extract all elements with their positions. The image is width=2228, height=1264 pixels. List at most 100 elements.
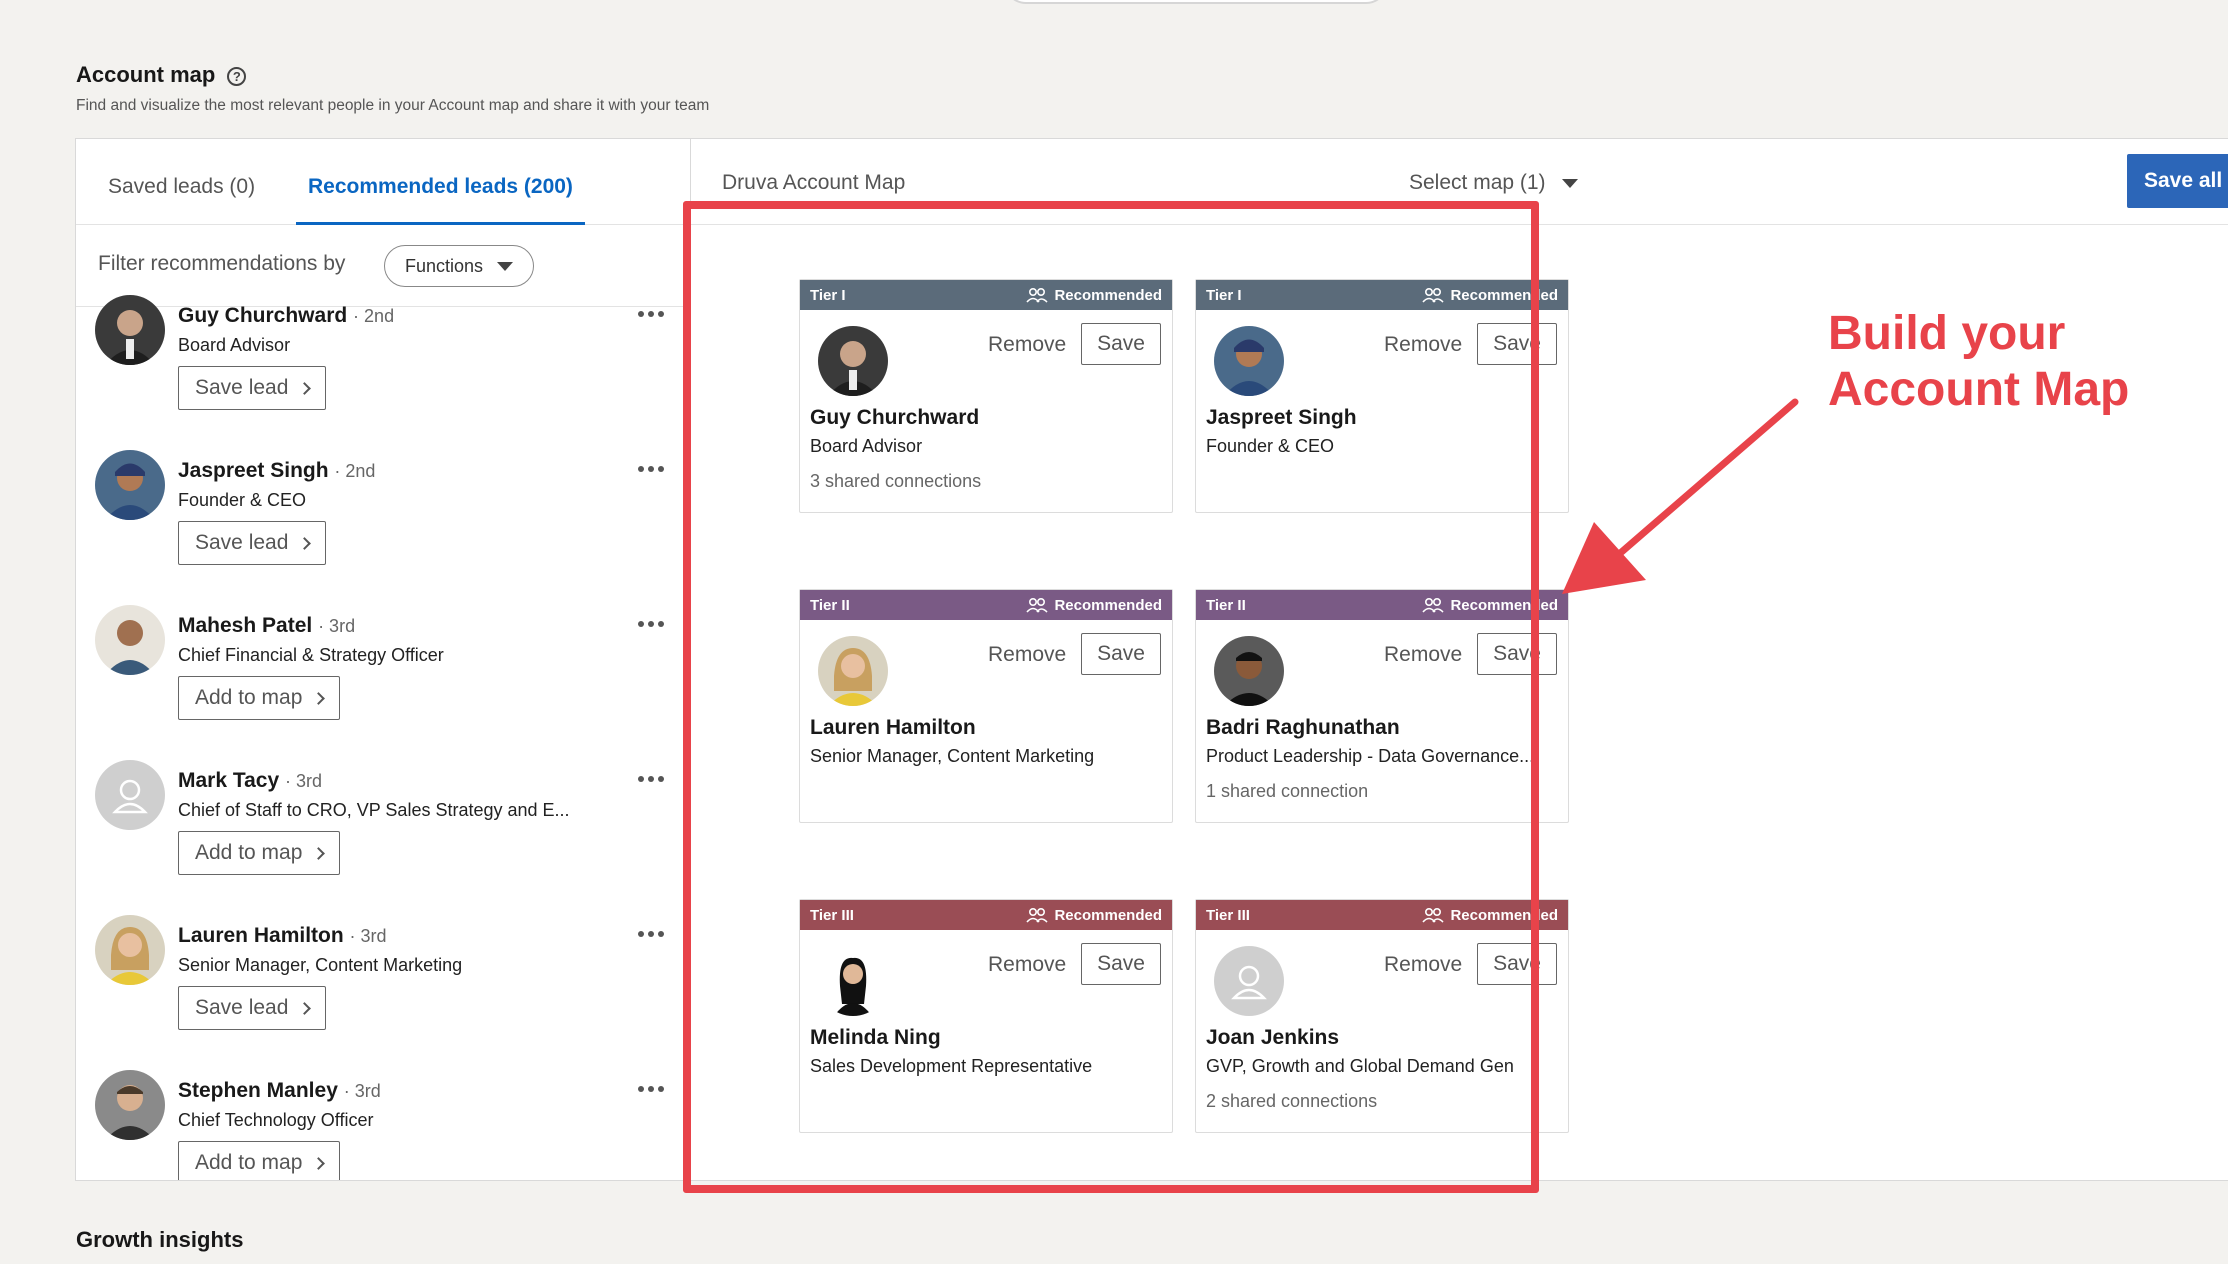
card-tier-header: Tier II Recommended	[1196, 590, 1568, 620]
page-subtitle: Find and visualize the most relevant peo…	[76, 97, 710, 114]
account-map-column: Druva Account Map Select map (1) Save al…	[691, 139, 2228, 1180]
people-icon	[1422, 597, 1445, 613]
chevron-right-icon	[312, 692, 326, 705]
save-button[interactable]: Save	[1477, 943, 1557, 985]
tier-label: Tier III	[1206, 906, 1250, 924]
card-title: Product Leadership - Data Governance...	[1206, 746, 1535, 766]
annotation-arrow-icon	[1562, 398, 1799, 594]
card-name[interactable]: Melinda Ning	[810, 1026, 941, 1050]
avatar[interactable]	[1214, 636, 1284, 706]
tier-label: Tier II	[810, 596, 850, 614]
more-options-icon[interactable]	[638, 931, 664, 937]
lead-item: Mark Tacy · 3rd Chief of Staff to CRO, V…	[76, 760, 690, 927]
avatar[interactable]	[818, 636, 888, 706]
remove-button[interactable]: Remove	[1384, 643, 1462, 667]
top-search-pill[interactable]	[1004, 0, 1388, 4]
functions-filter-button[interactable]: Functions	[384, 245, 535, 287]
shared-connections[interactable]: 1 shared connection	[1206, 781, 1368, 802]
add-to-map-button[interactable]: Add to map	[178, 1141, 341, 1180]
more-options-icon[interactable]	[638, 311, 664, 317]
people-icon	[1026, 907, 1049, 923]
remove-button[interactable]: Remove	[1384, 953, 1462, 977]
avatar[interactable]	[95, 295, 165, 365]
avatar[interactable]	[1214, 326, 1284, 396]
add-to-map-button[interactable]: Add to map	[178, 831, 341, 875]
filter-label: Filter recommendations by	[98, 252, 346, 275]
card-title: Board Advisor	[810, 436, 923, 456]
avatar[interactable]	[95, 605, 165, 675]
more-options-icon[interactable]	[638, 1086, 664, 1092]
save-all-button[interactable]: Save all	[2127, 154, 2228, 208]
annotation-text: Build your Account Map	[1828, 306, 2129, 418]
tab-saved-leads[interactable]: Saved leads (0)	[108, 175, 255, 225]
save-button[interactable]: Save	[1477, 633, 1557, 675]
remove-button[interactable]: Remove	[988, 953, 1066, 977]
tier-label: Tier III	[810, 906, 854, 924]
recommended-badge: Recommended	[1026, 597, 1162, 614]
chevron-right-icon	[312, 847, 326, 860]
save-button[interactable]: Save	[1081, 943, 1161, 985]
functions-filter-label: Functions	[405, 255, 484, 276]
annotation-line-1: Build your	[1828, 307, 2066, 360]
save-button[interactable]: Save	[1081, 633, 1161, 675]
save-lead-button[interactable]: Save lead	[178, 366, 327, 410]
card-name[interactable]: Guy Churchward	[810, 406, 979, 430]
add-to-map-button[interactable]: Add to map	[178, 676, 341, 720]
map-card: Tier I Recommended Remove Save Jaspreet …	[1195, 279, 1569, 513]
avatar[interactable]	[818, 326, 888, 396]
more-options-icon[interactable]	[638, 621, 664, 627]
map-card: Tier II Recommended Remove Save Lauren H…	[799, 589, 1173, 823]
lead-item: Mahesh Patel · 3rd Chief Financial & Str…	[76, 605, 690, 772]
chevron-right-icon	[312, 1157, 326, 1170]
card-tier-header: Tier II Recommended	[800, 590, 1172, 620]
card-name[interactable]: Lauren Hamilton	[810, 716, 976, 740]
select-map-dropdown[interactable]: Select map (1)	[1409, 171, 1578, 195]
card-name[interactable]: Jaspreet Singh	[1206, 406, 1357, 430]
avatar[interactable]	[818, 946, 888, 1016]
remove-button[interactable]: Remove	[1384, 333, 1462, 357]
tab-recommended-leads[interactable]: Recommended leads (200)	[296, 175, 585, 225]
more-options-icon[interactable]	[638, 466, 664, 472]
people-icon	[1422, 287, 1445, 303]
shared-connections[interactable]: 3 shared connections	[810, 471, 981, 492]
card-name[interactable]: Badri Raghunathan	[1206, 716, 1400, 740]
map-name: Druva Account Map	[722, 171, 906, 194]
chevron-right-icon	[298, 537, 312, 550]
lead-name[interactable]: Guy Churchward · 2nd	[178, 304, 394, 328]
help-circle-icon[interactable]: ?	[227, 66, 247, 86]
avatar[interactable]	[95, 760, 165, 830]
map-card: Tier III Recommended Remove Save Melinda…	[799, 899, 1173, 1133]
card-title: GVP, Growth and Global Demand Gen	[1206, 1056, 1514, 1076]
tier-label: Tier I	[1206, 286, 1242, 304]
lead-name[interactable]: Stephen Manley · 3rd	[178, 1079, 381, 1103]
avatar[interactable]	[95, 450, 165, 520]
lead-title: Chief of Staff to CRO, VP Sales Strategy…	[178, 800, 570, 820]
lead-title: Board Advisor	[178, 335, 291, 355]
people-icon	[1026, 287, 1049, 303]
lead-title: Chief Technology Officer	[178, 1110, 374, 1130]
more-options-icon[interactable]	[638, 776, 664, 782]
lead-title: Senior Manager, Content Marketing	[178, 955, 463, 975]
caret-down-icon	[497, 261, 514, 271]
recommended-badge: Recommended	[1026, 287, 1162, 304]
save-lead-button[interactable]: Save lead	[178, 986, 327, 1030]
save-button[interactable]: Save	[1477, 323, 1557, 365]
save-lead-button[interactable]: Save lead	[178, 521, 327, 565]
avatar[interactable]	[95, 915, 165, 985]
lead-name[interactable]: Jaspreet Singh · 2nd	[178, 459, 375, 483]
card-name[interactable]: Joan Jenkins	[1206, 1026, 1339, 1050]
lead-name[interactable]: Lauren Hamilton · 3rd	[178, 924, 387, 948]
lead-name[interactable]: Mahesh Patel · 3rd	[178, 614, 355, 638]
remove-button[interactable]: Remove	[988, 643, 1066, 667]
recommended-badge: Recommended	[1422, 287, 1558, 304]
card-tier-header: Tier III Recommended	[1196, 900, 1568, 930]
page-title: Account map ?	[76, 62, 247, 88]
avatar[interactable]	[1214, 946, 1284, 1016]
account-map-panel: Saved leads (0) Recommended leads (200) …	[75, 138, 2228, 1181]
lead-name[interactable]: Mark Tacy · 3rd	[178, 769, 322, 793]
shared-connections[interactable]: 2 shared connections	[1206, 1091, 1377, 1112]
map-header: Druva Account Map Select map (1) Save al…	[691, 139, 2228, 225]
avatar[interactable]	[95, 1070, 165, 1140]
save-button[interactable]: Save	[1081, 323, 1161, 365]
remove-button[interactable]: Remove	[988, 333, 1066, 357]
